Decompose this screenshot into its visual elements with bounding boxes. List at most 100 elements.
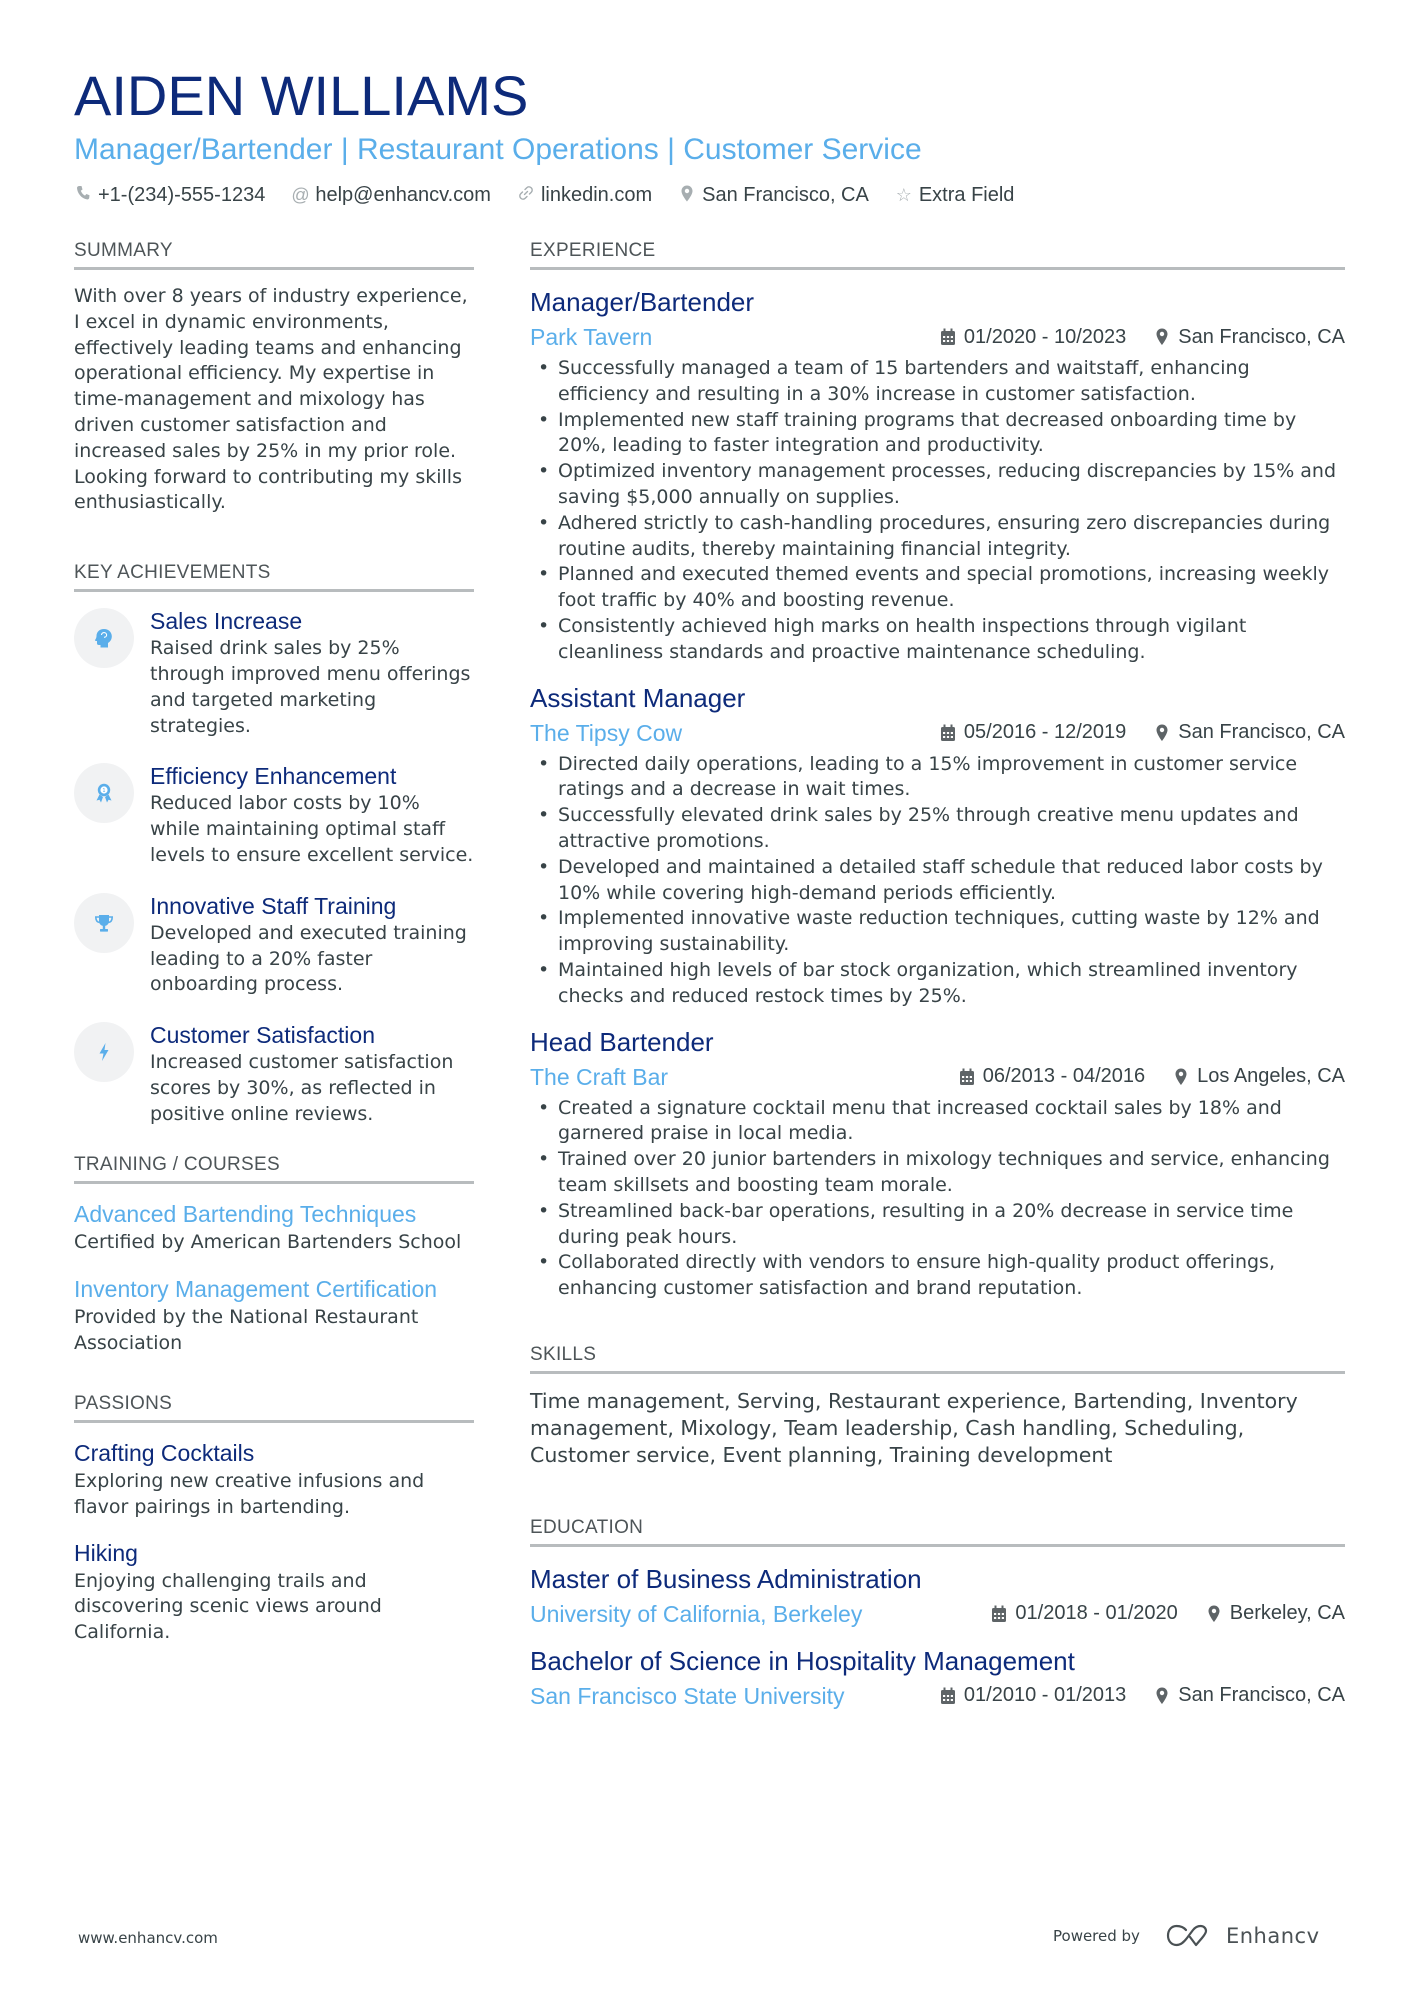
phone-icon: [74, 185, 92, 206]
job-entry: Assistant Manager The Tipsy Cow 05/2016 …: [530, 680, 1345, 1010]
school-name[interactable]: University of California, Berkeley: [530, 1597, 862, 1631]
location-pin-icon: [1206, 1605, 1222, 1623]
passion-description: Enjoying challenging trails and discover…: [74, 1569, 382, 1644]
candidate-headline: Manager/Bartender | Restaurant Operation…: [74, 133, 922, 166]
star-icon: ☆: [895, 185, 912, 205]
section-title-passions: PASSIONS: [74, 1392, 173, 1414]
job-bullet: Successfully elevated drink sales by 25%…: [530, 803, 1345, 855]
course-title: Advanced Bartending Techniques: [74, 1200, 417, 1227]
section-title-skills: SKILLS: [530, 1343, 597, 1365]
education-dates: 01/2018 - 01/2020: [1015, 1602, 1178, 1625]
section-divider: [530, 1370, 1345, 1374]
section-divider: [74, 589, 474, 593]
job-bullet: Planned and executed themed events and s…: [530, 562, 1345, 614]
job-bullet: Created a signature cocktail menu that i…: [530, 1096, 1345, 1148]
enhancv-logo-icon: [1166, 1924, 1208, 1947]
job-company[interactable]: Park Tavern: [530, 320, 652, 354]
link-icon: [517, 185, 535, 206]
contact-location-text: San Francisco, CA: [702, 184, 869, 206]
location-pin-icon: [1173, 1068, 1189, 1086]
job-location: San Francisco, CA: [1178, 325, 1345, 348]
calendar-icon: [940, 1687, 956, 1705]
achievement-title: Sales Increase: [150, 608, 303, 635]
school-name[interactable]: San Francisco State University: [530, 1679, 844, 1713]
location-pin-icon: [1154, 1687, 1170, 1705]
section-title-achievements: KEY ACHIEVEMENTS: [74, 562, 271, 584]
job-bullet: Trained over 20 junior bartenders in mix…: [530, 1147, 1345, 1199]
section-title-experience: EXPERIENCE: [530, 240, 656, 261]
resume-header: AIDEN WILLIAMS Manager/Bartender | Resta…: [74, 62, 1354, 207]
job-bullets: Successfully managed a team of 15 barten…: [530, 356, 1345, 666]
education-details: 01/2010 - 01/2013 San Francisco, CA: [940, 1684, 1345, 1707]
job-bullet: Successfully managed a team of 15 barten…: [530, 356, 1345, 408]
contact-extra: ☆ Extra Field: [895, 184, 1015, 207]
job-bullet: Optimized inventory management processes…: [530, 459, 1345, 511]
course-description: Certified by American Bartenders School: [74, 1230, 462, 1253]
course-description: Provided by the National Restaurant Asso…: [74, 1306, 419, 1355]
calendar-icon: [991, 1605, 1007, 1623]
achievement-description: Raised drink sales by 25% through improv…: [150, 637, 471, 737]
contact-phone-text: +1-(234)-555-1234: [98, 184, 266, 206]
job-title: Head Bartender: [530, 1026, 714, 1057]
job-title: Assistant Manager: [530, 682, 746, 713]
passion-title: Hiking: [74, 1539, 138, 1566]
left-column: SUMMARY With over 8 years of industry ex…: [74, 238, 474, 1662]
trophy-icon: [74, 892, 134, 953]
calendar-icon: [940, 724, 956, 742]
education-entry: Master of Business Administration Univer…: [530, 1561, 1345, 1631]
job-meta: Park Tavern 01/2020 - 10/2023 San Franci…: [530, 320, 1345, 354]
achievement-content: Efficiency Enhancement Reduced labor cos…: [150, 761, 474, 868]
calendar-icon: [959, 1068, 975, 1086]
location-pin-icon: [678, 185, 696, 207]
footer-website[interactable]: www.enhancv.com: [78, 1929, 218, 1947]
svg-text:1: 1: [102, 788, 105, 794]
education-meta: University of California, Berkeley 01/20…: [530, 1597, 1345, 1631]
job-bullet: Collaborated directly with vendors to en…: [530, 1250, 1345, 1302]
passion-description: Exploring new creative infusions and fla…: [74, 1469, 425, 1518]
course-item: Advanced Bartending Techniques Certified…: [74, 1198, 474, 1256]
achievement-title: Customer Satisfaction: [150, 1022, 375, 1049]
contact-extra-text: Extra Field: [918, 184, 1015, 206]
enhancv-logo[interactable]: Enhancv: [1166, 1923, 1320, 1949]
job-details: 06/2013 - 04/2016 Los Angeles, CA: [959, 1065, 1345, 1088]
section-divider: [530, 1543, 1345, 1547]
achievement-description: Developed and executed training leading …: [150, 921, 467, 996]
contact-email[interactable]: @ help@enhancv.com: [291, 184, 491, 207]
job-bullet: Implemented new staff training programs …: [530, 408, 1345, 460]
passion-item: Hiking Enjoying challenging trails and d…: [74, 1537, 474, 1646]
achievement-content: Sales Increase Raised drink sales by 25%…: [150, 606, 474, 739]
section-title-education: EDUCATION: [530, 1516, 644, 1538]
job-location: San Francisco, CA: [1178, 721, 1345, 744]
job-dates: 05/2016 - 12/2019: [963, 721, 1127, 744]
powered-by-text: Powered by: [1053, 1927, 1140, 1945]
calendar-icon: [940, 328, 956, 346]
course-item: Inventory Management Certification Provi…: [74, 1273, 474, 1357]
education-dates: 01/2010 - 01/2013: [963, 1684, 1127, 1707]
training-section: TRAINING / COURSES Advanced Bartending T…: [74, 1152, 474, 1357]
section-divider: [74, 1419, 474, 1423]
footer-branding: Powered by Enhancv: [1053, 1923, 1320, 1949]
job-company[interactable]: The Craft Bar: [530, 1060, 668, 1094]
education-location: Berkeley, CA: [1229, 1602, 1345, 1625]
section-title-training: TRAINING / COURSES: [74, 1153, 280, 1175]
achievement-title: Efficiency Enhancement: [150, 763, 397, 790]
job-entry: Manager/Bartender Park Tavern 01/2020 - …: [530, 284, 1345, 666]
achievement-item: Innovative Staff Training Developed and …: [74, 891, 474, 998]
job-details: 05/2016 - 12/2019 San Francisco, CA: [940, 721, 1345, 744]
contact-email-text: help@enhancv.com: [315, 184, 491, 206]
summary-text: With over 8 years of industry experience…: [74, 285, 468, 514]
passion-title: Crafting Cocktails: [74, 1439, 255, 1466]
passions-section: PASSIONS Crafting Cocktails Exploring ne…: [74, 1391, 474, 1646]
contact-phone[interactable]: +1-(234)-555-1234: [74, 184, 265, 207]
job-company[interactable]: The Tipsy Cow: [530, 716, 682, 750]
achievement-description: Reduced labor costs by 10% while maintai…: [150, 792, 474, 866]
job-dates: 01/2020 - 10/2023: [963, 325, 1127, 348]
job-location: Los Angeles, CA: [1197, 1065, 1345, 1088]
education-details: 01/2018 - 01/2020 Berkeley, CA: [991, 1602, 1345, 1625]
job-bullets: Directed daily operations, leading to a …: [530, 752, 1345, 1010]
contact-location: San Francisco, CA: [678, 184, 869, 207]
contact-row: +1-(234)-555-1234 @ help@enhancv.com lin…: [74, 184, 1354, 207]
job-bullet: Adhered strictly to cash-handling proced…: [530, 511, 1345, 563]
contact-linkedin[interactable]: linkedin.com: [517, 184, 652, 207]
contact-linkedin-text: linkedin.com: [540, 184, 653, 206]
